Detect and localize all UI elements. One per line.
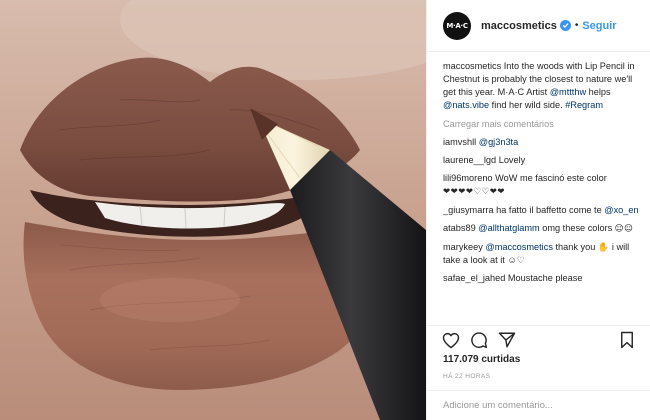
comment-item: laurene__lgd Lovely bbox=[443, 154, 643, 167]
load-more-comments-link[interactable]: Carregar mais comentários bbox=[443, 118, 643, 131]
comments-list[interactable]: maccosmetics Into the woods with Lip Pen… bbox=[443, 60, 643, 322]
caption-text-2: helps bbox=[586, 87, 611, 97]
comment-username[interactable]: safae_el_jahed bbox=[443, 273, 505, 283]
caption-hashtag[interactable]: #Regram bbox=[565, 100, 603, 110]
comment-text: Lovely bbox=[498, 155, 526, 165]
comment-text: omg these colors bbox=[542, 223, 613, 233]
comment-item: lili96moreno WoW me fascinó este color ❤… bbox=[443, 172, 643, 199]
bookmark-icon[interactable] bbox=[617, 330, 637, 350]
comment-mention[interactable]: @gj3n3ta bbox=[479, 137, 518, 147]
post-actions bbox=[441, 330, 637, 350]
post-header: M·A·C maccosmetics • Seguir bbox=[427, 0, 650, 52]
comment-text: WoW me fascinó este color bbox=[495, 173, 607, 183]
comment-item: _giusymarra ha fatto il baffetto come te… bbox=[443, 204, 643, 217]
comment-mention[interactable]: @allthatglamm bbox=[478, 223, 539, 233]
heart-icon[interactable] bbox=[441, 330, 461, 350]
avatar[interactable]: M·A·C bbox=[443, 11, 471, 40]
caption-mention-2[interactable]: @nats.vibe bbox=[443, 100, 489, 110]
comment-username[interactable]: lili96moreno bbox=[443, 173, 493, 183]
post-caption: maccosmetics Into the woods with Lip Pen… bbox=[443, 60, 643, 112]
comment-text: ha fatto il baffetto come te bbox=[496, 205, 602, 215]
comment-username[interactable]: marykeey bbox=[443, 242, 483, 252]
verified-badge-icon bbox=[559, 20, 571, 31]
likes-count[interactable]: 117.079 curtidas bbox=[443, 354, 520, 365]
header-username[interactable]: maccosmetics bbox=[481, 20, 557, 32]
follow-button[interactable]: Seguir bbox=[582, 20, 616, 32]
instagram-post: M·A·C maccosmetics • Seguir maccosmetics… bbox=[0, 0, 650, 420]
comment-text: Moustache please bbox=[507, 273, 583, 283]
caption-text-3: find her wild side. bbox=[489, 100, 566, 110]
comment-username[interactable]: atabs89 bbox=[443, 223, 476, 233]
comment-item: iamvshll @gj3n3ta bbox=[443, 136, 643, 149]
caption-username[interactable]: maccosmetics bbox=[443, 61, 501, 71]
caption-mention-1[interactable]: @mttthw bbox=[550, 87, 586, 97]
comment-username[interactable]: iamvshll bbox=[443, 137, 476, 147]
comment-icon[interactable] bbox=[469, 330, 489, 350]
comment-emoji-smiles: ☺☺ bbox=[614, 224, 634, 234]
share-icon[interactable] bbox=[497, 330, 517, 350]
post-image[interactable] bbox=[0, 0, 426, 420]
section-divider bbox=[427, 325, 650, 326]
comment-item: marykeey @maccosmetics thank you ✋ i wil… bbox=[443, 241, 643, 267]
post-timestamp[interactable]: HÁ 22 HORAS bbox=[443, 373, 490, 380]
add-comment-section bbox=[427, 390, 650, 420]
comment-mention[interactable]: @maccosmetics bbox=[485, 242, 553, 252]
comment-username[interactable]: _giusymarra bbox=[443, 205, 494, 215]
post-sidebar: M·A·C maccosmetics • Seguir maccosmetics… bbox=[426, 0, 650, 420]
add-comment-input[interactable] bbox=[443, 400, 633, 411]
lips-pencil-photo bbox=[0, 0, 426, 420]
comment-item: atabs89 @allthatglamm omg these colors ☺… bbox=[443, 222, 643, 236]
comment-mention[interactable]: @xo_en bbox=[604, 205, 638, 215]
comment-emoji-hearts: ❤❤❤❤♡♡❤❤ bbox=[443, 187, 505, 197]
comment-username[interactable]: laurene__lgd bbox=[443, 155, 496, 165]
comment-item: safae_el_jahed Moustache please bbox=[443, 272, 643, 285]
header-separator: • bbox=[574, 20, 579, 31]
